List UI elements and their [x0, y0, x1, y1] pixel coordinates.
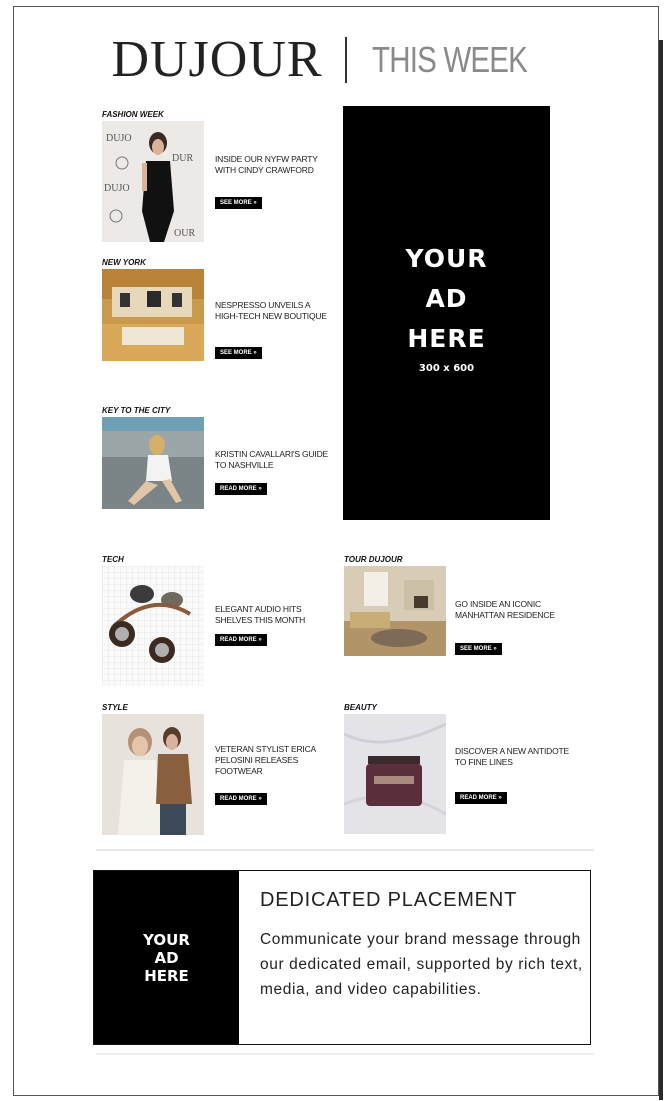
ad-line-your: YOUR: [143, 930, 190, 949]
story-category: TECH: [102, 555, 124, 564]
ad-line-your: YOUR: [405, 244, 488, 273]
svg-text:DUR: DUR: [172, 153, 193, 164]
story-headline[interactable]: KRISTIN CAVALLARI'S GUIDE TO NASHVILLE: [215, 449, 335, 471]
dujour-logo[interactable]: DUJOUR: [111, 31, 322, 88]
cream-jar-photo[interactable]: [344, 714, 446, 834]
story-category: TOUR DUJOUR: [344, 555, 403, 564]
ad-line-ad: AD: [154, 948, 179, 967]
story-headline[interactable]: GO INSIDE AN ICONIC MANHATTAN RESIDENCE: [455, 599, 575, 621]
story-tour-dujour: TOUR DUJOUR GO INSIDE AN ICONIC MANHATTA…: [344, 555, 584, 690]
nashville-photo[interactable]: [102, 417, 204, 509]
read-more-button[interactable]: READ MORE »: [455, 792, 507, 804]
header-divider: [345, 36, 348, 83]
see-more-button[interactable]: SEE MORE »: [455, 643, 502, 655]
story-headline[interactable]: INSIDE OUR NYFW PARTY WITH CINDY CRAWFOR…: [215, 154, 335, 176]
story-fashion-week: FASHION WEEK DUJO DUR DUJO OUR INSIDE OU…: [102, 110, 332, 245]
read-more-button[interactable]: READ MORE »: [215, 634, 267, 646]
dedicated-placement-box: YOUR AD HERE DEDICATED PLACEMENT Communi…: [93, 870, 591, 1045]
email-page: DUJOUR THIS WEEK FASHION WEEK DUJO DUR D…: [0, 0, 672, 1101]
story-style: STYLE VETERAN STYLIST ERICA PELOSINI REL…: [102, 703, 332, 838]
svg-text:DUJO: DUJO: [104, 183, 130, 194]
boutique-photo[interactable]: [102, 269, 204, 361]
dedicated-description: Communicate your brand message through o…: [260, 931, 583, 998]
see-more-button[interactable]: SEE MORE »: [215, 197, 262, 209]
section-divider: [96, 849, 594, 851]
svg-text:OUR: OUR: [174, 228, 195, 239]
ad-line-here: HERE: [407, 324, 486, 353]
svg-text:DUJO: DUJO: [106, 133, 132, 144]
story-category: NEW YORK: [102, 258, 146, 267]
read-more-button[interactable]: READ MORE »: [215, 483, 267, 495]
frame-shadow: [659, 40, 663, 1100]
stylist-photo[interactable]: [102, 714, 204, 835]
residence-photo[interactable]: [344, 566, 446, 656]
ad-placeholder-300x600[interactable]: YOUR AD HERE 300 x 600: [343, 106, 550, 520]
story-category: KEY TO THE CITY: [102, 406, 171, 415]
see-more-button[interactable]: SEE MORE »: [215, 347, 262, 359]
ad-line-ad: AD: [425, 284, 468, 313]
fashion-week-photo[interactable]: DUJO DUR DUJO OUR: [102, 121, 204, 242]
ad-placeholder-small[interactable]: YOUR AD HERE: [94, 871, 239, 1044]
story-tech: TECH ELEGANT AUDIO HITS SHELVES THIS MON…: [102, 555, 332, 690]
headphones-photo[interactable]: [102, 566, 204, 686]
story-key-to-the-city: KEY TO THE CITY KRISTIN CAVALLARI'S GUID…: [102, 406, 332, 541]
header-tagline: THIS WEEK: [371, 38, 528, 80]
bottom-divider: [96, 1053, 594, 1055]
story-headline[interactable]: NESPRESSO UNVEILS A HIGH-TECH NEW BOUTIQ…: [215, 300, 335, 322]
story-headline[interactable]: VETERAN STYLIST ERICA PELOSINI RELEASES …: [215, 744, 335, 777]
email-header: DUJOUR THIS WEEK: [0, 30, 672, 89]
story-category: FASHION WEEK: [102, 110, 164, 119]
story-beauty: BEAUTY DISCOVER A NEW ANTIDOTE TO FINE L…: [344, 703, 584, 838]
dedicated-title: DEDICATED PLACEMENT: [260, 889, 518, 911]
story-headline[interactable]: ELEGANT AUDIO HITS SHELVES THIS MONTH: [215, 604, 335, 626]
story-new-york: NEW YORK NESPRESSO UNVEILS A HIGH-TECH N…: [102, 258, 332, 393]
ad-line-here: HERE: [144, 966, 189, 985]
story-category: BEAUTY: [344, 703, 377, 712]
story-category: STYLE: [102, 703, 128, 712]
ad-size-label: 300 x 600: [418, 363, 475, 374]
read-more-button[interactable]: READ MORE »: [215, 793, 267, 805]
story-headline[interactable]: DISCOVER A NEW ANTIDOTE TO FINE LINES: [455, 746, 575, 768]
